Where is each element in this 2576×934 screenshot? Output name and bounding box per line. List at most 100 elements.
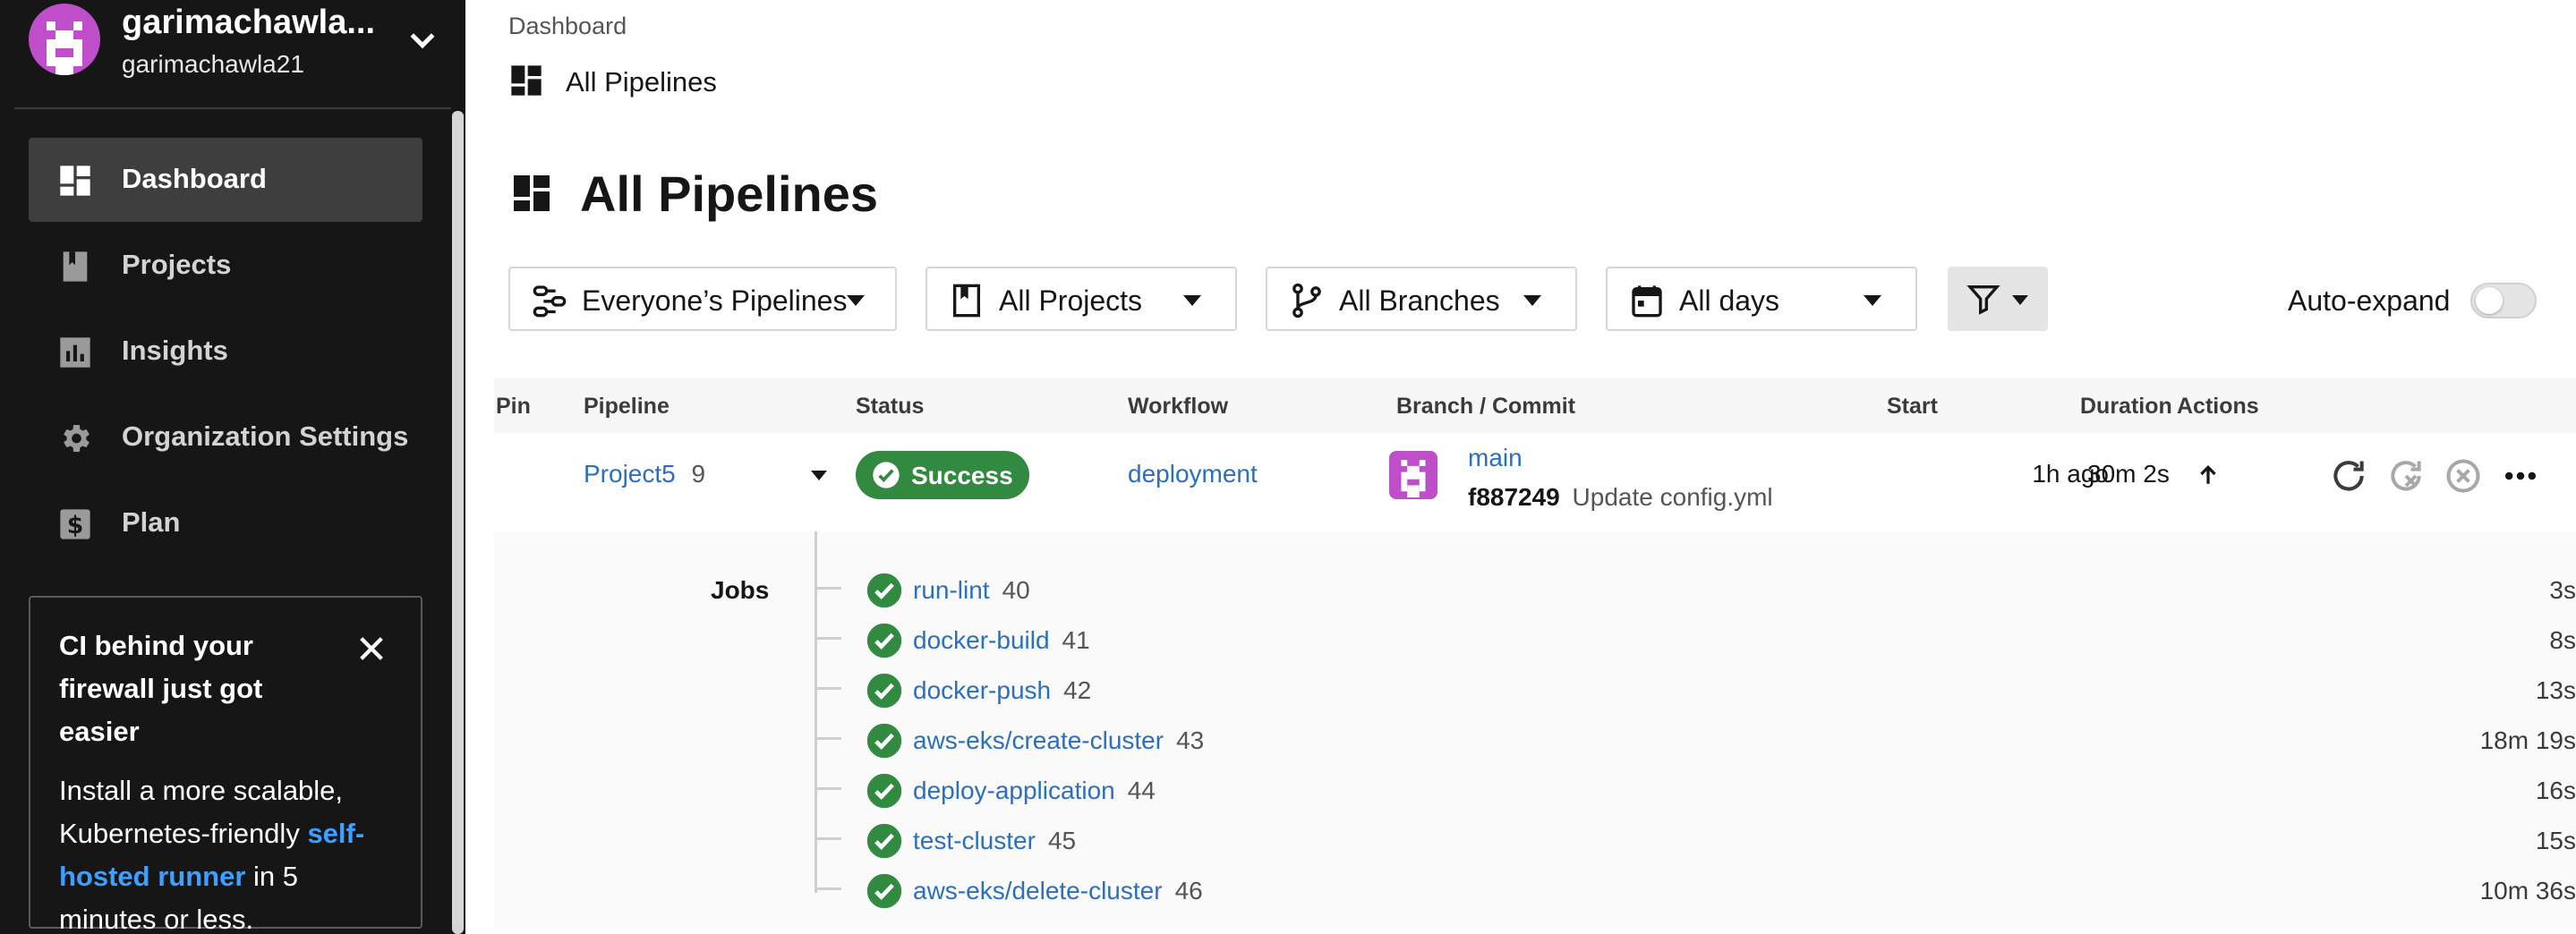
job-link[interactable]: aws-eks/create-cluster 43: [913, 726, 1204, 755]
committer-avatar: [1389, 451, 1437, 499]
job-row[interactable]: run-lint 40 3s: [816, 564, 2576, 614]
job-row[interactable]: aws-eks/delete-cluster 46 10m 36s: [816, 864, 2576, 914]
job-name[interactable]: aws-eks/create-cluster: [913, 726, 1164, 754]
sidebar-item-label: Dashboard: [122, 163, 267, 194]
job-name[interactable]: deploy-application: [913, 777, 1115, 804]
job-link[interactable]: deploy-application 44: [913, 777, 1156, 805]
job-duration: 15s: [2535, 827, 2576, 854]
header-start: Start: [1887, 394, 1938, 419]
job-row[interactable]: deploy-application 44 16s: [816, 764, 2576, 814]
jobs-label: Jobs: [711, 576, 770, 604]
calendar-icon: [1632, 285, 1662, 318]
job-name[interactable]: docker-push: [913, 676, 1051, 704]
rerun-failed-icon[interactable]: [2386, 456, 2426, 496]
sidebar-item-organization-settings[interactable]: Organization Settings: [29, 395, 422, 480]
org-switcher[interactable]: garimachawla... garimachawla21: [29, 0, 449, 89]
caret-down-icon: [1864, 295, 1881, 306]
sidebar-scrollbar[interactable]: [452, 111, 464, 934]
job-link[interactable]: run-lint 40: [913, 576, 1030, 605]
projects-filter-dropdown[interactable]: All Projects: [925, 267, 1237, 331]
branches-filter-dropdown[interactable]: All Branches: [1266, 267, 1577, 331]
job-row[interactable]: test-cluster 45 15s: [816, 814, 2576, 864]
job-link[interactable]: docker-push 42: [913, 676, 1091, 705]
expand-caret-icon[interactable]: [811, 471, 827, 480]
book-icon: [63, 251, 88, 282]
org-name: garimachawla...: [122, 4, 376, 41]
check-circle-icon: [866, 773, 902, 809]
promo-title: CI behind your firewall just got easier: [59, 630, 263, 747]
check-circle-icon: [873, 462, 900, 488]
header-pipeline: Pipeline: [584, 394, 670, 419]
page-title-text: All Pipelines: [580, 166, 878, 222]
more-icon[interactable]: [2501, 456, 2540, 496]
dashboard-icon: [60, 166, 90, 196]
job-row[interactable]: docker-push 42 13s: [816, 664, 2576, 714]
job-number: 46: [1174, 877, 1203, 904]
job-row[interactable]: aws-eks/create-cluster 43 18m 19s: [816, 714, 2576, 764]
job-number: 43: [1176, 726, 1205, 754]
dashboard-icon: [511, 65, 542, 96]
check-circle-icon: [866, 573, 902, 608]
auto-expand-toggle[interactable]: [2470, 283, 2537, 318]
sidebar-item-plan[interactable]: $ Plan: [29, 481, 422, 565]
tree-branch: [816, 787, 841, 790]
duration: 30m 2s: [2087, 460, 2170, 488]
check-circle-icon: [866, 623, 902, 658]
sidebar-item-dashboard[interactable]: Dashboard: [29, 138, 422, 222]
sidebar: garimachawla... garimachawla21 Dashboard…: [0, 0, 465, 934]
job-duration: 18m 19s: [2479, 726, 2576, 754]
jobs-panel: Jobs run-lint 40 3s docker-build 41 8s doc…: [494, 531, 2576, 929]
advanced-filter-button[interactable]: [1948, 267, 2048, 331]
dashboard-icon: [514, 175, 550, 211]
branch-link[interactable]: main: [1468, 444, 1523, 472]
job-duration: 10m 36s: [2479, 877, 2576, 904]
org-username: garimachawla21: [122, 50, 304, 78]
job-name[interactable]: run-lint: [913, 576, 990, 604]
job-link[interactable]: aws-eks/delete-cluster 46: [913, 877, 1203, 905]
check-circle-icon: [866, 873, 902, 909]
days-filter-label: All days: [1679, 284, 1780, 317]
table-header: Pin Pipeline Status Workflow Branch / Co…: [494, 378, 2576, 433]
sidebar-item-projects[interactable]: Projects: [29, 224, 422, 308]
promo-card: CI behind your firewall just got easier …: [29, 596, 422, 934]
promo-body: Install a more scalable, Kubernetes-frie…: [59, 769, 392, 934]
status-text: Success: [911, 462, 1013, 489]
pipeline-number: 9: [691, 460, 706, 488]
job-link[interactable]: test-cluster 45: [913, 827, 1076, 855]
workflow-link[interactable]: deployment: [1128, 460, 1258, 488]
tree-branch: [816, 837, 841, 840]
bar-chart-icon: [60, 337, 90, 368]
check-circle-icon: [866, 673, 902, 709]
caret-down-icon: [2012, 295, 2028, 305]
sidebar-item-label: Organization Settings: [122, 420, 409, 452]
pipelines-filter-dropdown[interactable]: Everyone’s Pipelines: [508, 267, 897, 331]
org-avatar: [29, 4, 100, 75]
header-actions: Actions: [2177, 394, 2259, 419]
job-name[interactable]: aws-eks/delete-cluster: [913, 877, 1163, 904]
header-status: Status: [856, 394, 925, 419]
pipelines-filter-label: Everyone’s Pipelines: [582, 284, 848, 317]
caret-down-icon: [1183, 295, 1201, 306]
rerun-icon[interactable]: [2329, 456, 2368, 496]
job-name[interactable]: test-cluster: [913, 827, 1036, 854]
breadcrumb[interactable]: Dashboard: [508, 13, 627, 40]
commit-sha[interactable]: f887249: [1468, 483, 1560, 511]
job-name[interactable]: docker-build: [913, 626, 1050, 654]
header-pin: Pin: [496, 394, 531, 419]
sidebar-item-insights[interactable]: Insights: [29, 310, 422, 394]
tree-branch: [816, 637, 841, 640]
header-branch-commit: Branch / Commit: [1396, 394, 1576, 419]
sidebar-item-label: Projects: [122, 249, 232, 280]
project-link[interactable]: Project5: [584, 460, 676, 488]
status-badge[interactable]: Success: [856, 451, 1029, 499]
promo-body-text: Install a more scalable, Kubernetes-frie…: [59, 775, 344, 849]
job-row[interactable]: docker-build 41 8s: [816, 614, 2576, 664]
cancel-icon[interactable]: [2444, 456, 2483, 496]
days-filter-dropdown[interactable]: All days: [1606, 267, 1917, 331]
breadcrumb-current-label: All Pipelines: [566, 66, 717, 98]
job-link[interactable]: docker-build 41: [913, 626, 1090, 655]
tree-branch: [816, 587, 841, 590]
branch-icon: [1292, 283, 1321, 318]
close-icon[interactable]: [356, 633, 387, 664]
job-number: 44: [1127, 777, 1156, 804]
